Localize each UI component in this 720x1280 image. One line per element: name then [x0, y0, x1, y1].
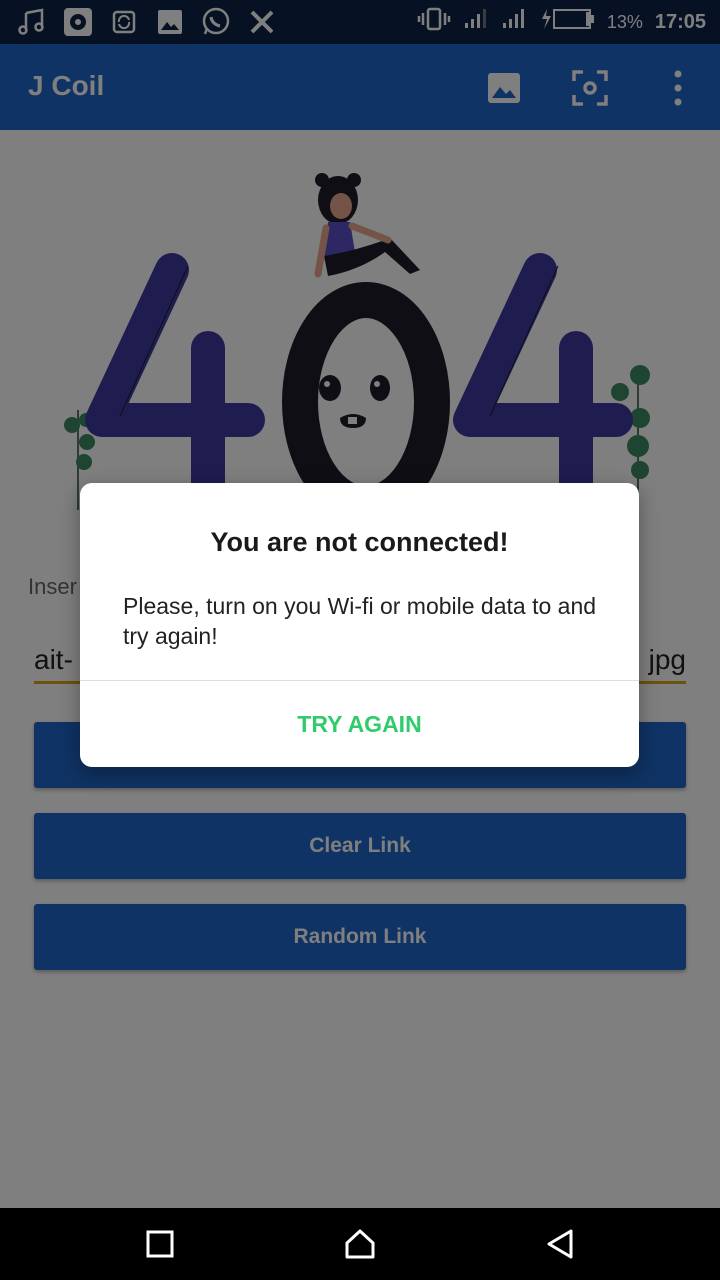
home-button[interactable]: [340, 1224, 380, 1264]
recents-button[interactable]: [140, 1224, 180, 1264]
dialog-message: Please, turn on you Wi-fi or mobile data…: [123, 593, 597, 649]
back-button[interactable]: [540, 1224, 580, 1264]
dialog-title: You are not connected!: [210, 527, 509, 557]
recents-icon: [146, 1230, 174, 1258]
back-icon: [547, 1229, 573, 1259]
no-connection-dialog: You are not connected! Please, turn on y…: [80, 483, 639, 767]
home-icon: [345, 1229, 375, 1259]
try-again-button[interactable]: TRY AGAIN: [80, 681, 639, 767]
navigation-bar: [0, 1208, 720, 1280]
